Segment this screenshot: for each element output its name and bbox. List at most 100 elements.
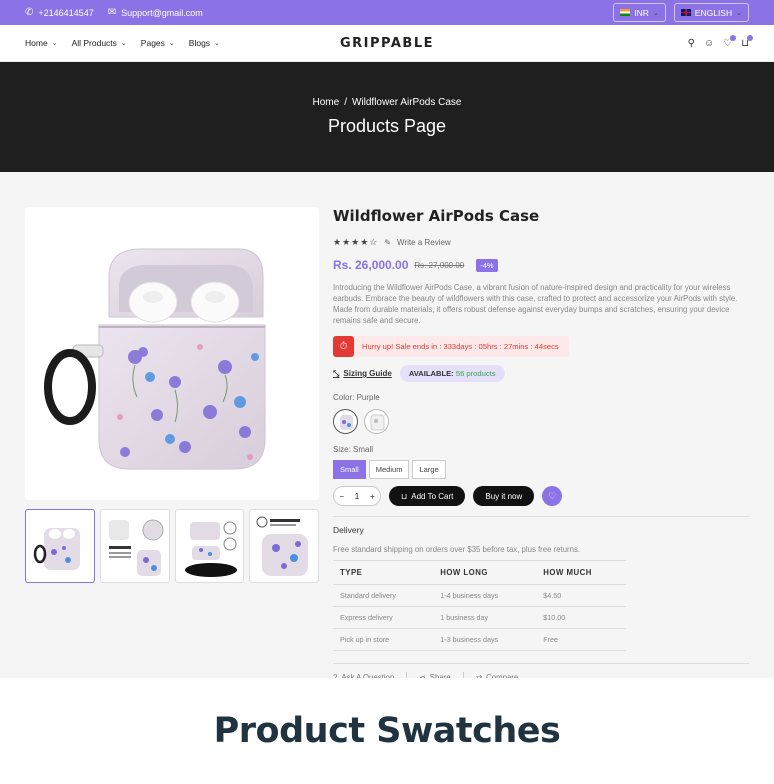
airpods-case-image [44,248,266,470]
nav-item-blogs[interactable]: Blogs ⌄ [189,38,220,48]
page-hero: Home / Wildflower AirPods Case Products Pa… [0,62,774,172]
table-header-row: TYPE HOW LONG HOW MUCH [333,560,626,585]
sizing-guide-link[interactable]: ⤡ Sizing Guide [333,369,392,379]
language-select[interactable]: ENGLISH ⌄ [673,3,749,22]
product-section: Wildflower AirPods Case ★★★★☆ ✎ Write a … [0,172,774,682]
add-to-cart-button[interactable]: ⊔ Add To Cart [389,486,466,506]
thumbnail-image [184,521,237,577]
currency-select[interactable]: INR ⌄ [613,3,666,22]
compare-price: Rs. 27,000.00 [414,260,465,270]
product-info: Wildflower AirPods Case ★★★★☆ ✎ Write a … [333,207,749,682]
mail-icon: ✉ [107,7,117,18]
availability-row: ⤡ Sizing Guide AVAILABLE: 56 products [333,365,749,382]
heart-icon: ♡ [548,490,557,501]
timer-value: 333days : 05hrs : 27mins : 44secs [443,342,559,351]
swatch-image [340,415,353,430]
product-main-image[interactable] [25,207,319,500]
caption-banner: Product Swatches [0,678,774,784]
price-row: Rs. 26,000.00 Rs. 27,000.00 -4% [333,258,749,272]
delivery-title: Delivery [333,525,364,535]
thumbnail-2[interactable] [99,509,170,583]
pencil-icon: ✎ [384,238,392,247]
write-review-link[interactable]: Write a Review [397,238,451,247]
email-contact[interactable]: ✉ Support@gmail.com [108,7,203,18]
nav-item-all-products[interactable]: All Products ⌄ [72,38,127,48]
chevron-down-icon: ⌄ [120,40,127,47]
nav-item-home[interactable]: Home ⌄ [25,38,58,48]
main-nav: Home ⌄ All Products ⌄ Pages ⌄ Blogs ⌄ GRIPPA… [0,25,774,62]
size-option-medium[interactable]: Medium [368,460,410,479]
ruler-icon: ⤡ [333,368,340,378]
wishlist-button[interactable]: ♡ [542,486,563,506]
chevron-down-icon: ⌄ [168,40,175,47]
table-cell: 1-4 business days [433,584,537,607]
cart-badge [747,34,753,41]
availability-label: AVAILABLE: [408,369,454,378]
page-title: Products Page [327,116,447,136]
nav-item-pages[interactable]: Pages ⌄ [141,38,175,48]
swatch-image [370,414,385,431]
thumbnail-3[interactable] [174,509,245,583]
quantity-decrease[interactable]: − [339,492,344,501]
breadcrumb-separator: / [344,97,347,108]
account-icon[interactable]: ☺ [704,38,714,49]
size-option-small[interactable]: Small [333,460,366,479]
add-to-cart-label: Add To Cart [411,491,454,501]
table-cell: Express delivery [333,606,434,629]
cart-icon[interactable]: ⊔ [741,34,753,49]
breadcrumb-current: Wildflower AirPods Case [351,97,462,108]
column-header: HOW LONG [433,560,537,585]
buy-now-button[interactable]: Buy it now [473,486,535,506]
quantity-stepper: − 1 + [333,486,381,506]
chevron-down-icon: ⌄ [51,40,58,47]
table-cell: $4.50 [536,584,626,607]
nav-item-label: All Products [71,38,117,48]
column-header: HOW MUCH [536,560,626,585]
phone-icon: ✆ [25,7,34,18]
thumbnail-strip [25,509,319,583]
nav-menu: Home ⌄ All Products ⌄ Pages ⌄ Blogs ⌄ [25,38,220,48]
wishlist-icon[interactable]: ♡ [723,34,737,49]
phone-number: +2146414547 [38,7,94,18]
breadcrumb-home[interactable]: Home [313,97,340,108]
search-icon[interactable]: ⚲ [688,38,695,49]
top-bar: ✆ +2146414547 ✉ Support@gmail.com INR ⌄ … [0,0,774,25]
size-label: Size: Small [333,445,374,454]
sale-countdown: ⏱ Hurry up! Sale ends in : 333days : 05h… [333,336,569,357]
quantity-value[interactable]: 1 [355,492,359,501]
cart-icon: ⊔ [401,491,408,501]
thumbnail-image [33,528,80,570]
rating-stars: ★★★★☆ [333,237,379,247]
quantity-increase[interactable]: + [370,492,375,501]
phone-contact[interactable]: ✆ +2146414547 [25,7,94,18]
color-label: Color: Purple [333,393,380,402]
timer-icon: ⏱ [333,336,354,357]
table-cell: Free [536,628,626,651]
chevron-down-icon: ⌄ [736,9,742,17]
language-value: ENGLISH [694,7,733,18]
chevron-down-icon: ⌄ [652,9,659,17]
sizing-guide-label: Sizing Guide [343,369,392,378]
size-options: Small Medium Large [333,460,749,479]
table-cell: 1-3 business days [433,628,537,651]
table-row: Express delivery 1 business day $10.00 [333,606,626,629]
table-cell: Standard delivery [333,584,434,607]
chevron-down-icon: ⌄ [214,40,220,47]
table-cell: Pick up in store [333,628,434,651]
discount-badge: -4% [476,258,498,272]
rating-row: ★★★★☆ ✎ Write a Review [333,237,749,248]
table-cell: 1 business day [433,606,537,629]
wishlist-badge [730,34,737,41]
timer-label: Hurry up! Sale ends in : [362,342,442,351]
size-option-large[interactable]: Large [412,460,446,479]
color-swatch-purple[interactable] [333,409,358,434]
color-swatches [333,409,749,434]
color-swatch-white[interactable] [364,409,389,434]
thumbnail-4[interactable] [249,509,319,583]
india-flag-icon [620,9,631,16]
thumbnail-image [108,519,164,576]
caption-title: Product Swatches [213,711,561,751]
product-price: Rs. 26,000.00 [333,258,409,272]
table-cell: $10.00 [536,606,626,629]
thumbnail-1[interactable] [25,509,95,583]
